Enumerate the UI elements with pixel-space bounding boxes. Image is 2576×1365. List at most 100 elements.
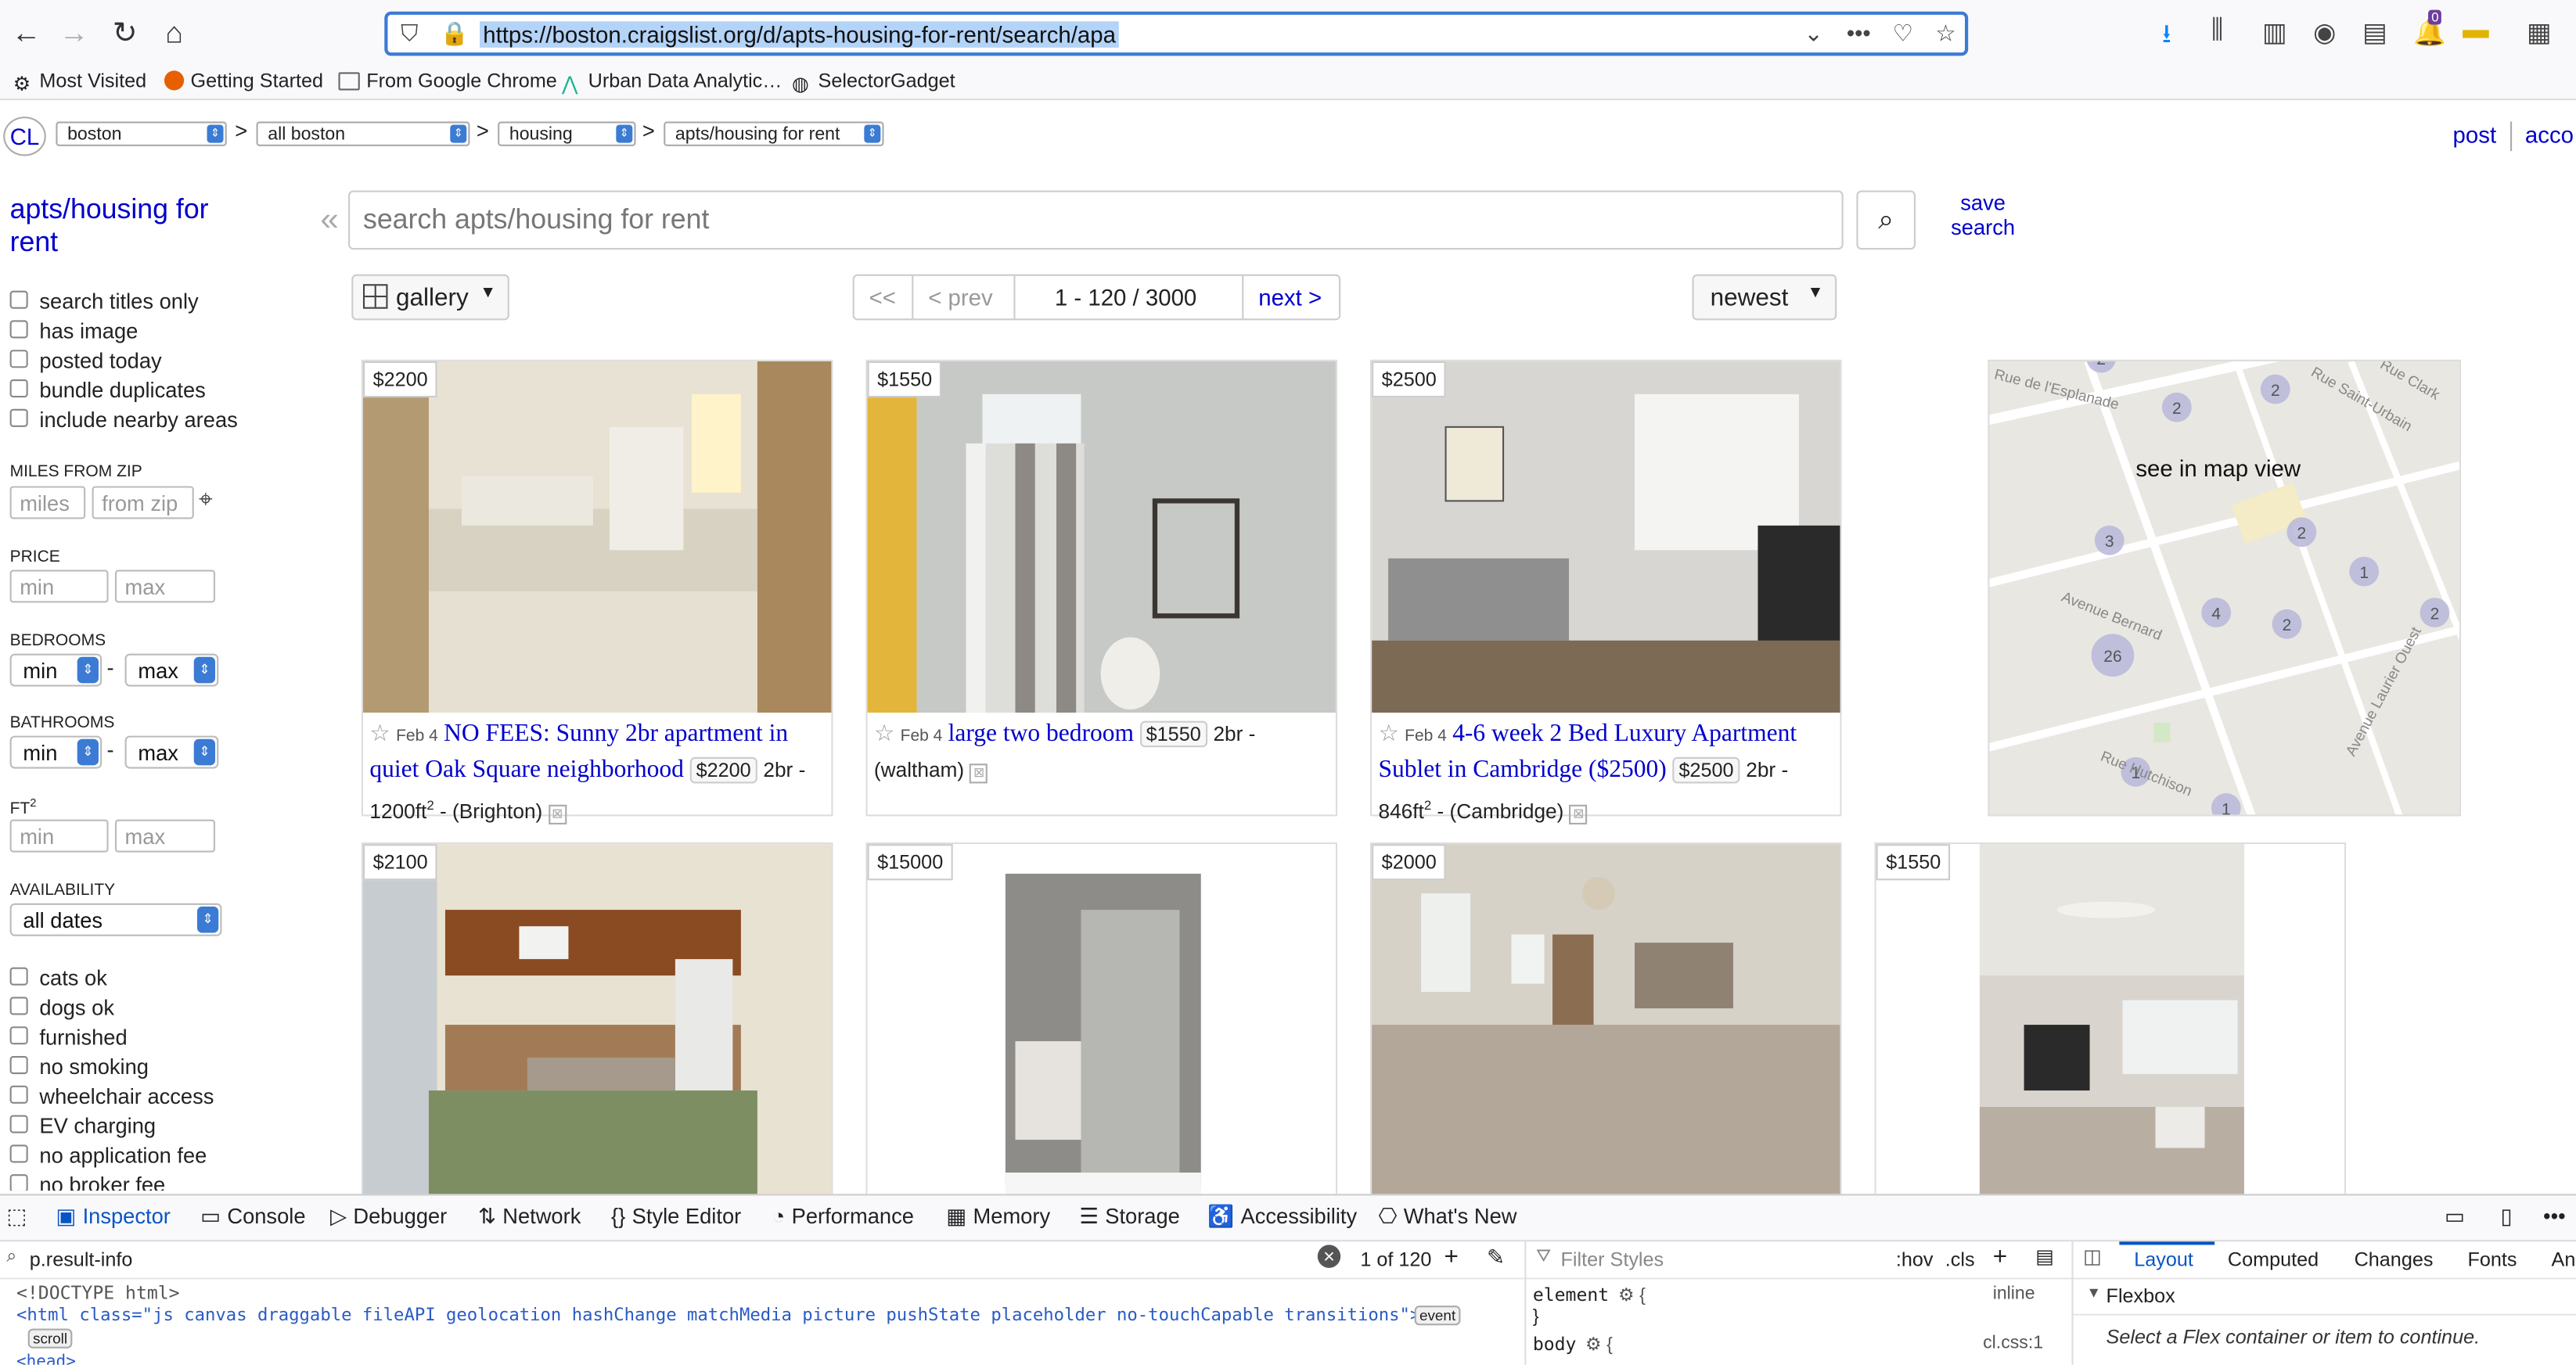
post-link[interactable]: post	[2453, 121, 2497, 148]
rule-source[interactable]: cl.css:1	[1983, 1334, 2043, 1353]
listing-card[interactable]: $1550 ☆ Feb 4 large two bedroom $1550 2b…	[865, 359, 1337, 817]
listing-card[interactable]: $2000	[1369, 842, 1842, 1196]
add-node-icon[interactable]: +	[1444, 1243, 1458, 1271]
filter-wheelchair[interactable]: wheelchair access	[9, 1084, 214, 1114]
tab-style-editor[interactable]: {} Style Editor	[611, 1204, 741, 1228]
map-view-label[interactable]: see in map view	[2135, 455, 2301, 482]
star-icon[interactable]: ☆	[1935, 20, 1955, 48]
checkbox[interactable]	[9, 997, 28, 1015]
save-search-link[interactable]: save search	[1942, 191, 2024, 240]
listing-card[interactable]: $1550	[1874, 842, 2347, 1196]
pager-next[interactable]: next >	[1258, 284, 1322, 311]
url-bar[interactable]: ⛉ 🔒 https://boston.craigslist.org/d/apts…	[384, 11, 1969, 56]
search-button[interactable]: ⌕	[1856, 190, 1916, 250]
collapse-sidebar-icon[interactable]: «	[320, 202, 338, 239]
locate-icon[interactable]: ⌖	[199, 486, 213, 514]
bathrooms-max-select[interactable]: max ⇕	[124, 735, 219, 769]
bookmark-most-visited[interactable]: ⚙ Most Visited	[13, 69, 146, 95]
filter-cats-ok[interactable]: cats ok	[9, 966, 107, 996]
checkbox[interactable]	[9, 350, 28, 368]
eyedropper-icon[interactable]: ✎	[1487, 1245, 1505, 1271]
lock-icon[interactable]: 🔒	[441, 20, 470, 48]
listing-image[interactable]	[362, 844, 832, 1196]
hov-toggle[interactable]: :hov	[1896, 1248, 1934, 1271]
crumb-area-select[interactable]: boston ⇕	[56, 121, 227, 146]
library-icon[interactable]: ⫼	[2211, 16, 2223, 46]
add-rule-icon[interactable]: +	[1993, 1243, 2007, 1271]
more-icon[interactable]: •••	[1847, 20, 1871, 46]
tab-accessibility[interactable]: ♿ Accessibility	[1207, 1204, 1357, 1230]
checkbox[interactable]	[9, 1144, 28, 1163]
crumb-category-select[interactable]: housing ⇕	[498, 121, 636, 146]
filter-dogs-ok[interactable]: dogs ok	[9, 995, 114, 1025]
listing-card[interactable]: $2500 ☆ Feb 4 4-6 week 2 Bed Luxury Apar…	[1369, 359, 1842, 825]
checkbox[interactable]	[9, 1026, 28, 1045]
home-icon[interactable]: ⌂	[154, 13, 193, 52]
checkbox[interactable]	[9, 379, 28, 398]
filter-posted-today[interactable]: posted today	[9, 348, 162, 378]
rule-selector[interactable]: body	[1533, 1334, 1577, 1355]
back-icon[interactable]: ←	[6, 13, 45, 52]
category-title[interactable]: apts/housing for rent	[10, 194, 240, 260]
favorite-star-icon[interactable]: ☆	[874, 720, 894, 746]
rule-selector[interactable]: element	[1533, 1284, 1609, 1306]
clear-search-icon[interactable]: ×	[1317, 1245, 1341, 1268]
tab-layout[interactable]: Layout	[2134, 1248, 2193, 1271]
html-search-input[interactable]: p.result-info	[30, 1248, 133, 1271]
filter-no-app-fee[interactable]: no application fee	[9, 1143, 207, 1173]
toggle-sidebar-icon[interactable]: ◫	[2083, 1245, 2102, 1267]
tab-console[interactable]: ▭ Console	[200, 1204, 305, 1230]
checkbox[interactable]	[9, 290, 28, 309]
filter-furnished[interactable]: furnished	[9, 1025, 128, 1054]
map-preview[interactable]: 2223124226211 see in map view Rue de l'E…	[1988, 359, 2462, 817]
sidebar-icon[interactable]: ▥	[2262, 16, 2287, 49]
tab-animations[interactable]: An	[2552, 1248, 2576, 1271]
hide-listing-icon[interactable]: ⊠	[548, 805, 567, 825]
hide-listing-icon[interactable]: ⊠	[1569, 805, 1588, 825]
zip-input[interactable]: from zip	[92, 486, 194, 519]
twisty-icon[interactable]: ▼	[2086, 1284, 2101, 1301]
favorite-star-icon[interactable]: ☆	[369, 720, 390, 746]
listing-title[interactable]: large two bedroom	[948, 721, 1134, 748]
pocket-icon[interactable]: ♡	[1893, 20, 1913, 48]
extension-icon[interactable]: ▬	[2463, 16, 2489, 46]
filter-no-broker-fee[interactable]: no broker fee	[9, 1173, 165, 1191]
chevron-down-icon[interactable]: ⌄	[1804, 20, 1823, 48]
checkbox[interactable]	[9, 1085, 28, 1104]
tab-storage[interactable]: ☰ Storage	[1079, 1204, 1179, 1230]
search-input[interactable]: search apts/housing for rent	[348, 190, 1844, 250]
forward-icon[interactable]: →	[54, 13, 93, 52]
checkbox[interactable]	[9, 1115, 28, 1133]
devtools-menu-icon[interactable]: •••	[2543, 1204, 2566, 1228]
ft2-min-input[interactable]: min	[9, 819, 109, 853]
listing-card[interactable]: $2200 ☆ Feb 4 NO FEES: Sunny 2br apartme…	[361, 359, 833, 825]
shield-icon[interactable]: ⛉	[401, 20, 418, 48]
checkbox[interactable]	[9, 967, 28, 986]
responsive-icon[interactable]: ▯	[2500, 1204, 2512, 1230]
tab-network[interactable]: ⇅ Network	[478, 1204, 581, 1230]
reader-icon[interactable]: ▤	[2362, 16, 2387, 49]
listing-image[interactable]	[1372, 844, 1840, 1196]
tab-memory[interactable]: ▦ Memory	[946, 1204, 1050, 1230]
listing-image[interactable]	[1876, 844, 2344, 1196]
checkbox[interactable]	[9, 408, 28, 427]
listing-image[interactable]	[362, 361, 832, 713]
dock-side-icon[interactable]: ▭	[2445, 1204, 2465, 1230]
gear-icon[interactable]: ⚙ {	[1585, 1334, 1613, 1355]
filter-styles-input[interactable]: Filter Styles	[1561, 1248, 1664, 1271]
reload-icon[interactable]: ↻	[105, 13, 144, 52]
tab-changes[interactable]: Changes	[2355, 1248, 2434, 1271]
element-picker-icon[interactable]: ⬚	[6, 1204, 27, 1230]
checkbox[interactable]	[9, 1174, 28, 1191]
cls-toggle[interactable]: .cls	[1945, 1248, 1975, 1271]
gear-icon[interactable]: ⚙ {	[1618, 1284, 1646, 1306]
account-icon[interactable]: ◉	[2313, 16, 2336, 49]
filter-include-nearby[interactable]: include nearby areas	[9, 408, 238, 437]
ft2-max-input[interactable]: max	[114, 819, 216, 853]
filter-search-titles[interactable]: search titles only	[9, 289, 199, 319]
tab-computed[interactable]: Computed	[2228, 1248, 2319, 1271]
bookmark-selectorgadget[interactable]: ◍ SelectorGadget	[792, 69, 955, 95]
html-node[interactable]: <html class="js canvas draggable fileAPI…	[16, 1306, 1420, 1325]
url-text[interactable]: https://boston.craigslist.org/d/apts-hou…	[480, 21, 1120, 48]
flexbox-heading[interactable]: Flexbox	[2106, 1284, 2175, 1307]
